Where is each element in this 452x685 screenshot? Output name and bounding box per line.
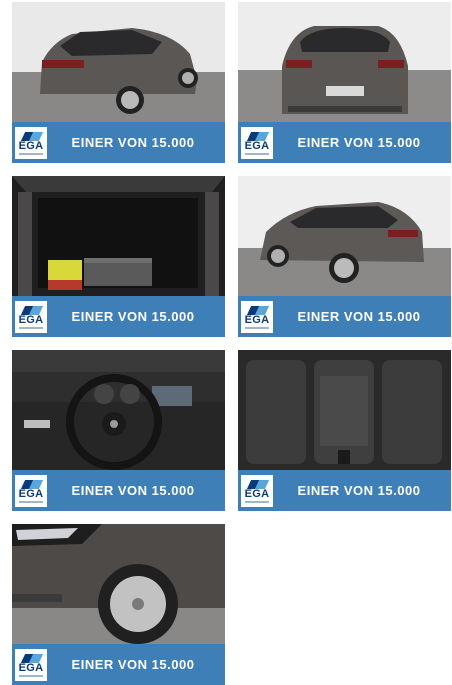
ega-logo: EGA bbox=[15, 474, 47, 507]
banner-tagline: EINER VON 15.000 bbox=[297, 135, 421, 150]
ega-logo: EGA bbox=[15, 648, 47, 681]
ega-logo: EGA bbox=[241, 300, 273, 333]
car-photo-side bbox=[238, 176, 451, 296]
ega-banner: EGA EINER VON 15.000 bbox=[12, 296, 225, 337]
trunk-photo bbox=[12, 176, 225, 296]
ega-logo-icon bbox=[20, 479, 44, 489]
wheel-photo bbox=[12, 524, 225, 644]
ega-banner: EGA EINER VON 15.000 bbox=[12, 470, 225, 511]
ega-logo-icon bbox=[20, 653, 44, 663]
ega-logo: EGA bbox=[241, 126, 273, 159]
ega-banner: EGA EINER VON 15.000 bbox=[238, 296, 451, 337]
ega-logo: EGA bbox=[241, 474, 273, 507]
car-photo-rear-left bbox=[12, 2, 225, 122]
ega-logo-icon bbox=[246, 305, 270, 315]
gallery-tile[interactable]: EGA EINER VON 15.000 bbox=[12, 2, 225, 163]
banner-tagline: EINER VON 15.000 bbox=[71, 657, 195, 672]
ega-logo-icon bbox=[20, 305, 44, 315]
ega-banner: EGA EINER VON 15.000 bbox=[12, 122, 225, 163]
gallery-tile[interactable]: EGA EINER VON 15.000 bbox=[238, 2, 451, 163]
ega-banner: EGA EINER VON 15.000 bbox=[238, 122, 451, 163]
car-photo-rear bbox=[238, 2, 451, 122]
ega-logo-icon bbox=[20, 131, 44, 141]
gallery-tile[interactable]: EGA EINER VON 15.000 bbox=[238, 176, 451, 337]
ega-logo-icon bbox=[246, 479, 270, 489]
ega-logo: EGA bbox=[15, 126, 47, 159]
rear-seats-photo bbox=[238, 350, 451, 470]
ega-logo-icon bbox=[246, 131, 270, 141]
gallery-tile[interactable]: EGA EINER VON 15.000 bbox=[12, 176, 225, 337]
gallery-tile[interactable]: EGA EINER VON 15.000 bbox=[238, 350, 451, 511]
banner-tagline: EINER VON 15.000 bbox=[71, 483, 195, 498]
gallery-tile[interactable]: EGA EINER VON 15.000 bbox=[12, 524, 225, 685]
gallery-tile[interactable]: EGA EINER VON 15.000 bbox=[12, 350, 225, 511]
ega-banner: EGA EINER VON 15.000 bbox=[238, 470, 451, 511]
banner-tagline: EINER VON 15.000 bbox=[297, 309, 421, 324]
banner-tagline: EINER VON 15.000 bbox=[71, 309, 195, 324]
dashboard-photo bbox=[12, 350, 225, 470]
ega-logo: EGA bbox=[15, 300, 47, 333]
banner-tagline: EINER VON 15.000 bbox=[71, 135, 195, 150]
banner-tagline: EINER VON 15.000 bbox=[297, 483, 421, 498]
